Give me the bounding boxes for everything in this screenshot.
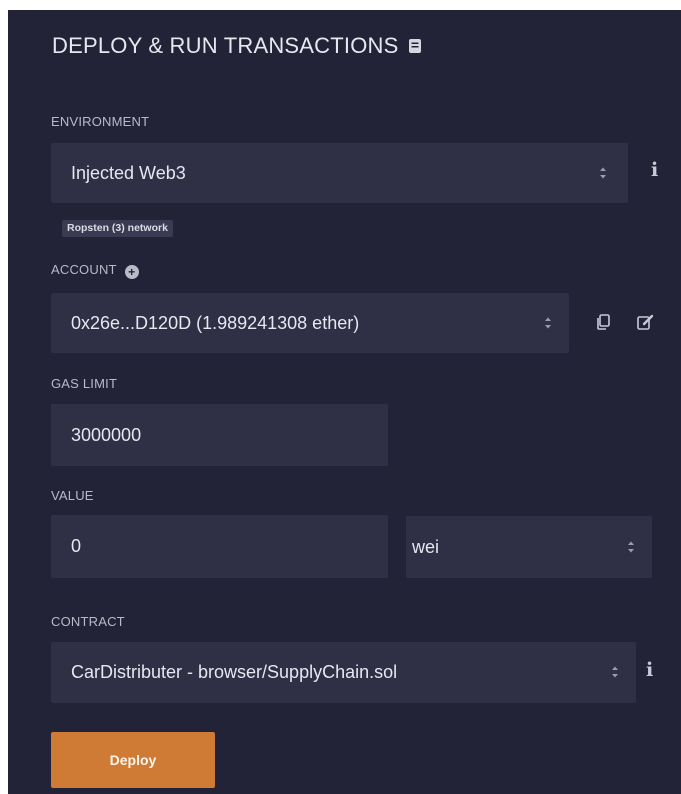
gas-limit-label: GAS LIMIT [51, 376, 118, 391]
environment-info-icon[interactable]: i [651, 159, 658, 181]
select-arrows-icon [628, 541, 634, 553]
gas-limit-input[interactable]: 3000000 [51, 404, 388, 466]
deploy-button[interactable]: Deploy [51, 732, 215, 788]
edit-icon[interactable] [637, 314, 654, 330]
account-label-text: ACCOUNT [51, 262, 117, 277]
value-unit-select[interactable]: wei [406, 516, 652, 578]
account-label: ACCOUNT + [51, 262, 139, 279]
panel-title-text: DEPLOY & RUN TRANSACTIONS [52, 33, 399, 58]
environment-select[interactable]: Injected Web3 [51, 143, 628, 203]
account-value: 0x26e...D120D (1.989241308 ether) [71, 312, 360, 333]
select-arrows-icon [600, 167, 606, 179]
contract-label: CONTRACT [51, 614, 125, 629]
value-label: VALUE [51, 488, 94, 503]
environment-value: Injected Web3 [71, 162, 186, 183]
contract-select[interactable]: CarDistributer - browser/SupplyChain.sol [51, 642, 636, 703]
select-arrows-icon [545, 317, 551, 329]
environment-label: ENVIRONMENT [51, 114, 150, 129]
contract-value: CarDistributer - browser/SupplyChain.sol [71, 662, 398, 682]
add-account-icon[interactable]: + [124, 265, 139, 279]
contract-info-icon[interactable]: i [646, 659, 653, 681]
value-amount: 0 [71, 536, 82, 556]
value-amount-input[interactable]: 0 [51, 515, 388, 578]
panel-title: DEPLOY & RUN TRANSACTIONS [52, 33, 422, 59]
value-unit: wei [412, 536, 440, 557]
select-arrows-icon [612, 666, 618, 678]
account-select[interactable]: 0x26e...D120D (1.989241308 ether) [51, 293, 569, 353]
copy-icon[interactable] [596, 314, 610, 330]
book-icon[interactable] [408, 38, 422, 54]
network-badge: Ropsten (3) network [62, 220, 173, 237]
gas-limit-value: 3000000 [71, 424, 142, 445]
